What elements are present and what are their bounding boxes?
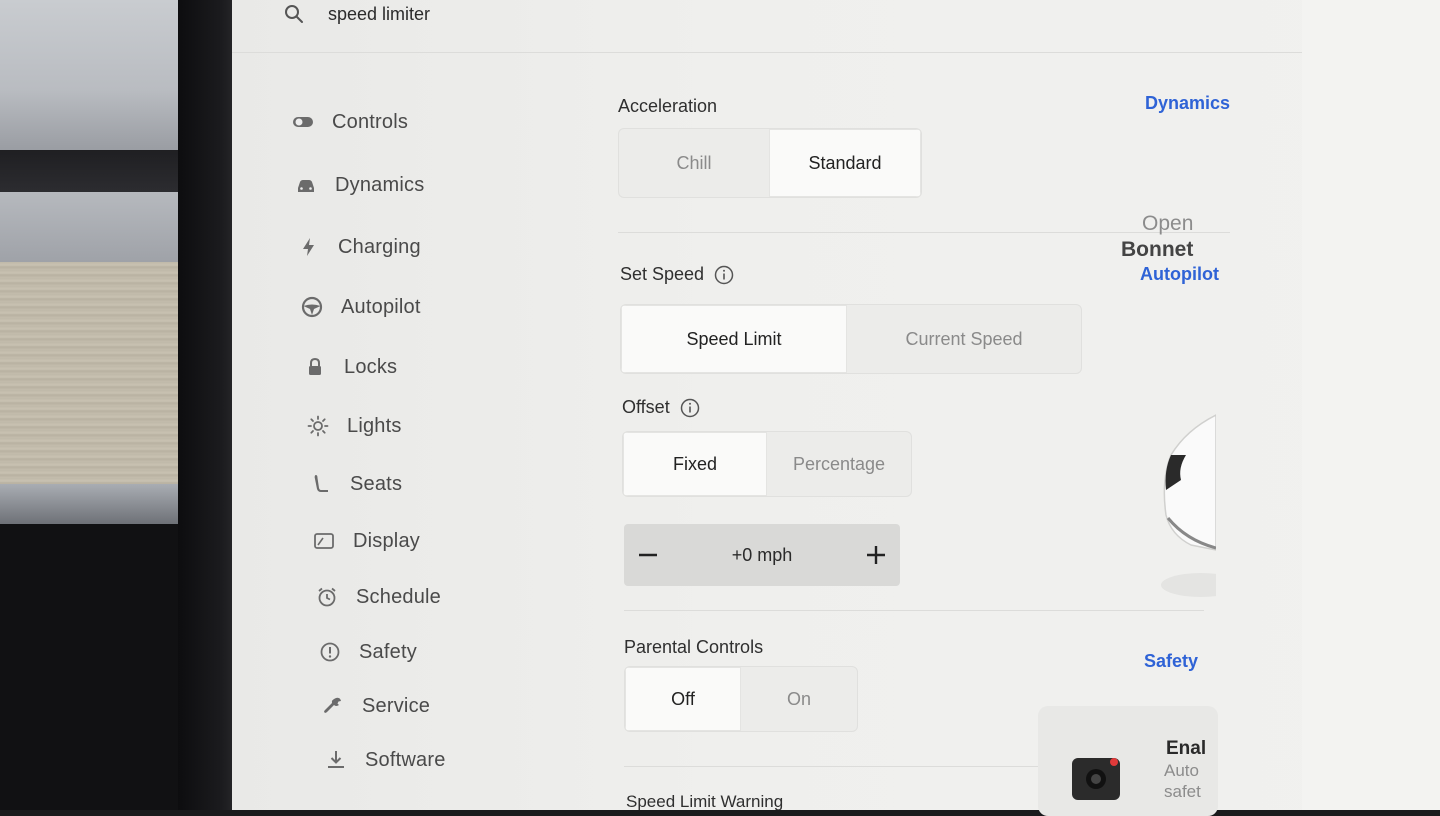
offset-option-fixed[interactable]: Fixed [623,432,767,496]
increment-button[interactable] [852,525,900,585]
sidebar-item-label: Dynamics [335,173,425,196]
set-speed-option-current-speed[interactable]: Current Speed [847,305,1081,373]
dashboard-wood-trim [0,262,200,484]
download-icon [323,748,349,772]
set-speed-option-speed-limit[interactable]: Speed Limit [621,305,847,373]
screen-bezel [178,0,240,810]
speed-limit-warning-title: Speed Limit Warning [626,792,784,810]
sidebar-item-label: Locks [344,355,398,378]
touchscreen: Controls Dynamics Charging Autopilot Loc… [232,0,1440,810]
display-icon [311,529,337,553]
sidebar-item-label: Charging [338,235,421,258]
alert-circle-icon [317,640,343,664]
sidebar-item-schedule[interactable]: Schedule [314,579,441,615]
settings-sidebar: Controls Dynamics Charging Autopilot Loc… [232,52,592,810]
offset-value: +0 mph [731,544,793,565]
sidebar-item-software[interactable]: Software [323,742,446,778]
sidebar-item-label: Controls [332,110,409,133]
sidebar-item-label: Safety [359,640,417,663]
parental-controls-toggle: Off On [624,666,858,732]
sidebar-item-charging[interactable]: Charging [296,229,421,265]
car-status-panel [1302,0,1440,810]
search-icon[interactable] [284,4,304,24]
toggle-icon [290,110,316,134]
sidebar-item-controls[interactable]: Controls [290,104,408,140]
dashboard-chrome-strip [0,484,205,524]
camera-icon [1072,758,1120,800]
minus-icon [639,553,657,557]
dashboard-slit [0,150,190,192]
sidebar-item-label: Autopilot [341,295,421,318]
plus-icon [867,546,885,564]
bonnet-label[interactable]: Bonnet [1121,238,1193,262]
safety-link[interactable]: Safety [1144,651,1198,672]
parental-option-on[interactable]: On [741,667,857,731]
car-model-image [1161,414,1216,597]
sidebar-item-label: Software [365,748,446,771]
lightning-icon [296,235,322,259]
sidebar-item-dynamics[interactable]: Dynamics [293,167,424,203]
sidebar-item-label: Seats [350,472,403,495]
set-speed-title: Set Speed [620,264,734,285]
wrench-icon [320,694,346,718]
set-speed-toggle: Speed Limit Current Speed [620,304,1082,374]
offset-title: Offset [622,397,700,418]
dashboard-vent [0,0,190,150]
enable-subtitle-line1: Auto [1164,761,1199,780]
sidebar-item-label: Display [353,529,420,552]
sidebar-item-locks[interactable]: Locks [302,349,397,385]
search-bar [232,0,1302,53]
dynamics-link[interactable]: Dynamics [1145,93,1230,114]
acceleration-option-standard[interactable]: Standard [769,129,921,197]
lock-icon [302,355,328,379]
autopilot-link[interactable]: Autopilot [1140,264,1219,285]
divider [624,610,1204,611]
steering-wheel-icon [299,295,325,319]
sidebar-item-display[interactable]: Display [311,523,420,559]
seat-icon [308,472,334,496]
sidebar-item-label: Lights [347,414,402,437]
dashboard-trim [0,192,190,262]
acceleration-option-chill[interactable]: Chill [619,129,769,197]
enable-title: Enal [1166,738,1207,759]
car-icon [293,173,319,197]
info-icon[interactable] [714,265,734,285]
offset-stepper: +0 mph [624,524,900,586]
parental-option-off[interactable]: Off [625,667,741,731]
acceleration-title: Acceleration [618,96,718,116]
decrement-button[interactable] [624,525,672,585]
offset-toggle: Fixed Percentage [622,431,912,497]
offset-option-percentage[interactable]: Percentage [767,432,911,496]
sun-icon [305,414,331,438]
sidebar-item-label: Schedule [356,585,441,608]
clock-icon [314,585,340,609]
search-input[interactable] [328,2,728,26]
info-icon[interactable] [680,398,700,418]
sidebar-item-lights[interactable]: Lights [305,408,402,444]
enable-subtitle-line2: safet [1164,782,1201,801]
sidebar-item-autopilot[interactable]: Autopilot [299,289,421,325]
parental-controls-title: Parental Controls [624,637,764,657]
sidebar-item-service[interactable]: Service [320,688,430,724]
sidebar-item-safety[interactable]: Safety [317,634,417,670]
acceleration-toggle: Chill Standard [618,128,922,198]
sidebar-item-label: Service [362,694,431,717]
divider [618,232,1230,233]
sidebar-item-seats[interactable]: Seats [308,466,402,502]
open-bonnet-label[interactable]: Open [1142,212,1193,236]
